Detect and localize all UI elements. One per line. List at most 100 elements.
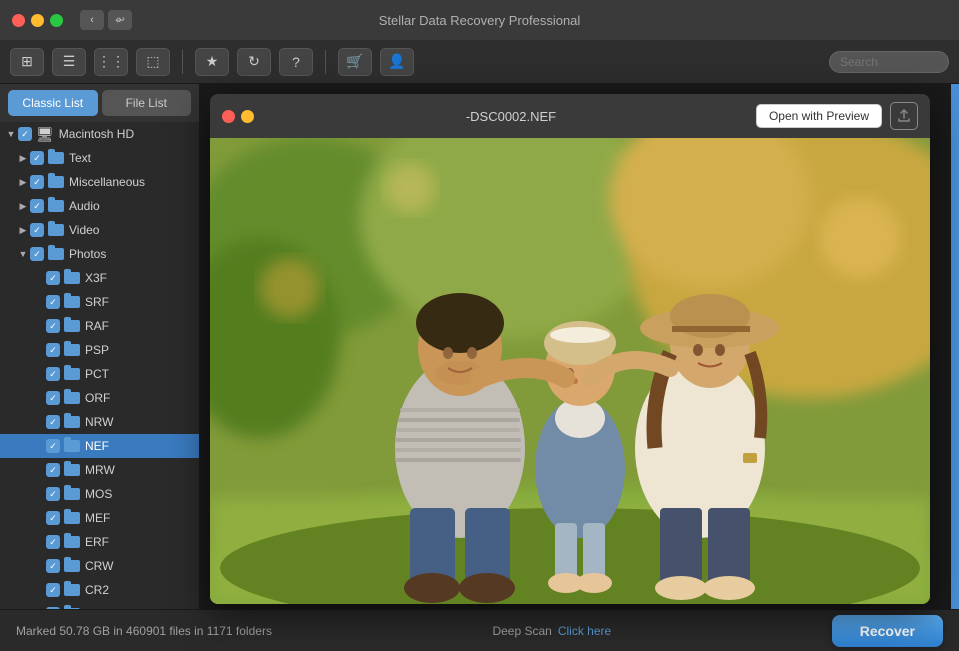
expand-arrow: ▶ [16, 153, 30, 164]
tree-label: Macintosh HD [59, 127, 134, 141]
tree-label: MEF [85, 511, 110, 525]
tree-item-nrw[interactable]: NRW [0, 410, 199, 434]
cover-view-button[interactable]: ⬚ [136, 48, 170, 76]
user-button[interactable]: 👤 [380, 48, 414, 76]
checkbox-text[interactable] [30, 151, 44, 165]
tree-label: Miscellaneous [69, 175, 145, 189]
tree-item-eps[interactable]: EPS [0, 602, 199, 609]
checkbox-orf[interactable] [46, 391, 60, 405]
recover-button[interactable]: Recover [832, 615, 943, 647]
tab-file-list[interactable]: File List [102, 90, 192, 116]
tree-label: PSP [85, 343, 109, 357]
tree-item-nef[interactable]: NEF [0, 434, 199, 458]
tree-item-miscellaneous[interactable]: ▶ Miscellaneous [0, 170, 199, 194]
grid-view-button[interactable]: ⊞ [10, 48, 44, 76]
column-view-button[interactable]: ⋮⋮ [94, 48, 128, 76]
checkbox-video[interactable] [30, 223, 44, 237]
star-button[interactable]: ★ [195, 48, 229, 76]
expand-arrow: ▶ [16, 225, 30, 236]
nav-back-button[interactable]: ‹ [80, 10, 104, 30]
help-button[interactable]: ? [279, 48, 313, 76]
tree-label: EPS [85, 607, 109, 609]
tree-item-text[interactable]: ▶ Text [0, 146, 199, 170]
tree-label: Text [69, 151, 91, 165]
tree-item-macintosh-hd[interactable]: ▼ 🖥 Macintosh HD [0, 122, 199, 146]
tree-item-srf[interactable]: SRF [0, 290, 199, 314]
folder-icon [64, 536, 80, 548]
refresh-button[interactable]: ↻ [237, 48, 271, 76]
undo-icon: ↩ [115, 13, 125, 27]
close-button[interactable] [12, 14, 25, 27]
folder-icon [64, 416, 80, 428]
folder-icon [64, 584, 80, 596]
list-view-button[interactable]: ☰ [52, 48, 86, 76]
tree-item-mos[interactable]: MOS [0, 482, 199, 506]
expand-arrow: ▼ [4, 129, 18, 139]
folder-icon [64, 512, 80, 524]
tab-classic-list[interactable]: Classic List [8, 90, 98, 116]
tree-item-pct[interactable]: PCT [0, 362, 199, 386]
maximize-button[interactable] [50, 14, 63, 27]
tree-item-erf[interactable]: ERF [0, 530, 199, 554]
tree-label: ERF [85, 535, 109, 549]
preview-title: -DSC0002.NEF [266, 109, 756, 124]
checkbox-mrw[interactable] [46, 463, 60, 477]
search-input[interactable] [829, 51, 949, 73]
checkbox-nrw[interactable] [46, 415, 60, 429]
checkbox-cr2[interactable] [46, 583, 60, 597]
tree-item-mef[interactable]: MEF [0, 506, 199, 530]
tree-item-cr2[interactable]: CR2 [0, 578, 199, 602]
share-button[interactable] [890, 102, 918, 130]
folder-icon [64, 320, 80, 332]
click-here-link[interactable]: Click here [558, 624, 611, 638]
folder-icon [64, 440, 80, 452]
title-bar: ‹ › ↩ Stellar Data Recovery Professional [0, 0, 959, 40]
checkbox-psp[interactable] [46, 343, 60, 357]
tree-item-x3f[interactable]: X3F [0, 266, 199, 290]
checkbox-audio[interactable] [30, 199, 44, 213]
checkbox-erf[interactable] [46, 535, 60, 549]
tree-item-raf[interactable]: RAF [0, 314, 199, 338]
checkbox-eps[interactable] [46, 607, 60, 609]
checkbox-crw[interactable] [46, 559, 60, 573]
tree-item-video[interactable]: ▶ Video [0, 218, 199, 242]
preview-minimize-button[interactable] [241, 110, 254, 123]
tree-label: Photos [69, 247, 106, 261]
checkbox-srf[interactable] [46, 295, 60, 309]
expand-arrow: ▶ [16, 177, 30, 188]
tree-label: RAF [85, 319, 109, 333]
folder-icon [48, 200, 64, 212]
tree-item-audio[interactable]: ▶ Audio [0, 194, 199, 218]
tree-item-crw[interactable]: CRW [0, 554, 199, 578]
checkbox-miscellaneous[interactable] [30, 175, 44, 189]
tree-item-orf[interactable]: ORF [0, 386, 199, 410]
blue-accent-bar [951, 84, 959, 609]
checkbox-mos[interactable] [46, 487, 60, 501]
checkbox-photos[interactable] [30, 247, 44, 261]
minimize-button[interactable] [31, 14, 44, 27]
checkbox-macintosh-hd[interactable] [18, 127, 32, 141]
app-title: Stellar Data Recovery Professional [379, 13, 581, 28]
folder-icon [64, 296, 80, 308]
open-with-preview-button[interactable]: Open with Preview [756, 104, 882, 128]
checkbox-mef[interactable] [46, 511, 60, 525]
status-bar: Marked 50.78 GB in 460901 files in 1171 … [0, 609, 959, 651]
tree-item-photos[interactable]: ▼ Photos [0, 242, 199, 266]
expand-arrow: ▶ [16, 201, 30, 212]
main-content: Classic List File List ▼ 🖥 Macintosh HD … [0, 84, 959, 609]
expand-arrow: ▼ [16, 249, 30, 259]
preview-window: -DSC0002.NEF Open with Preview [210, 94, 930, 604]
tree-item-mrw[interactable]: MRW [0, 458, 199, 482]
checkbox-x3f[interactable] [46, 271, 60, 285]
folder-icon [48, 224, 64, 236]
checkbox-raf[interactable] [46, 319, 60, 333]
toolbar-sep-2 [325, 50, 326, 74]
tree-item-psp[interactable]: PSP [0, 338, 199, 362]
folder-icon [64, 272, 80, 284]
cart-button[interactable]: 🛒 [338, 48, 372, 76]
tree-label: MOS [85, 487, 112, 501]
checkbox-pct[interactable] [46, 367, 60, 381]
preview-close-button[interactable] [222, 110, 235, 123]
status-text: Marked 50.78 GB in 460901 files in 1171 … [16, 624, 272, 638]
checkbox-nef[interactable] [46, 439, 60, 453]
